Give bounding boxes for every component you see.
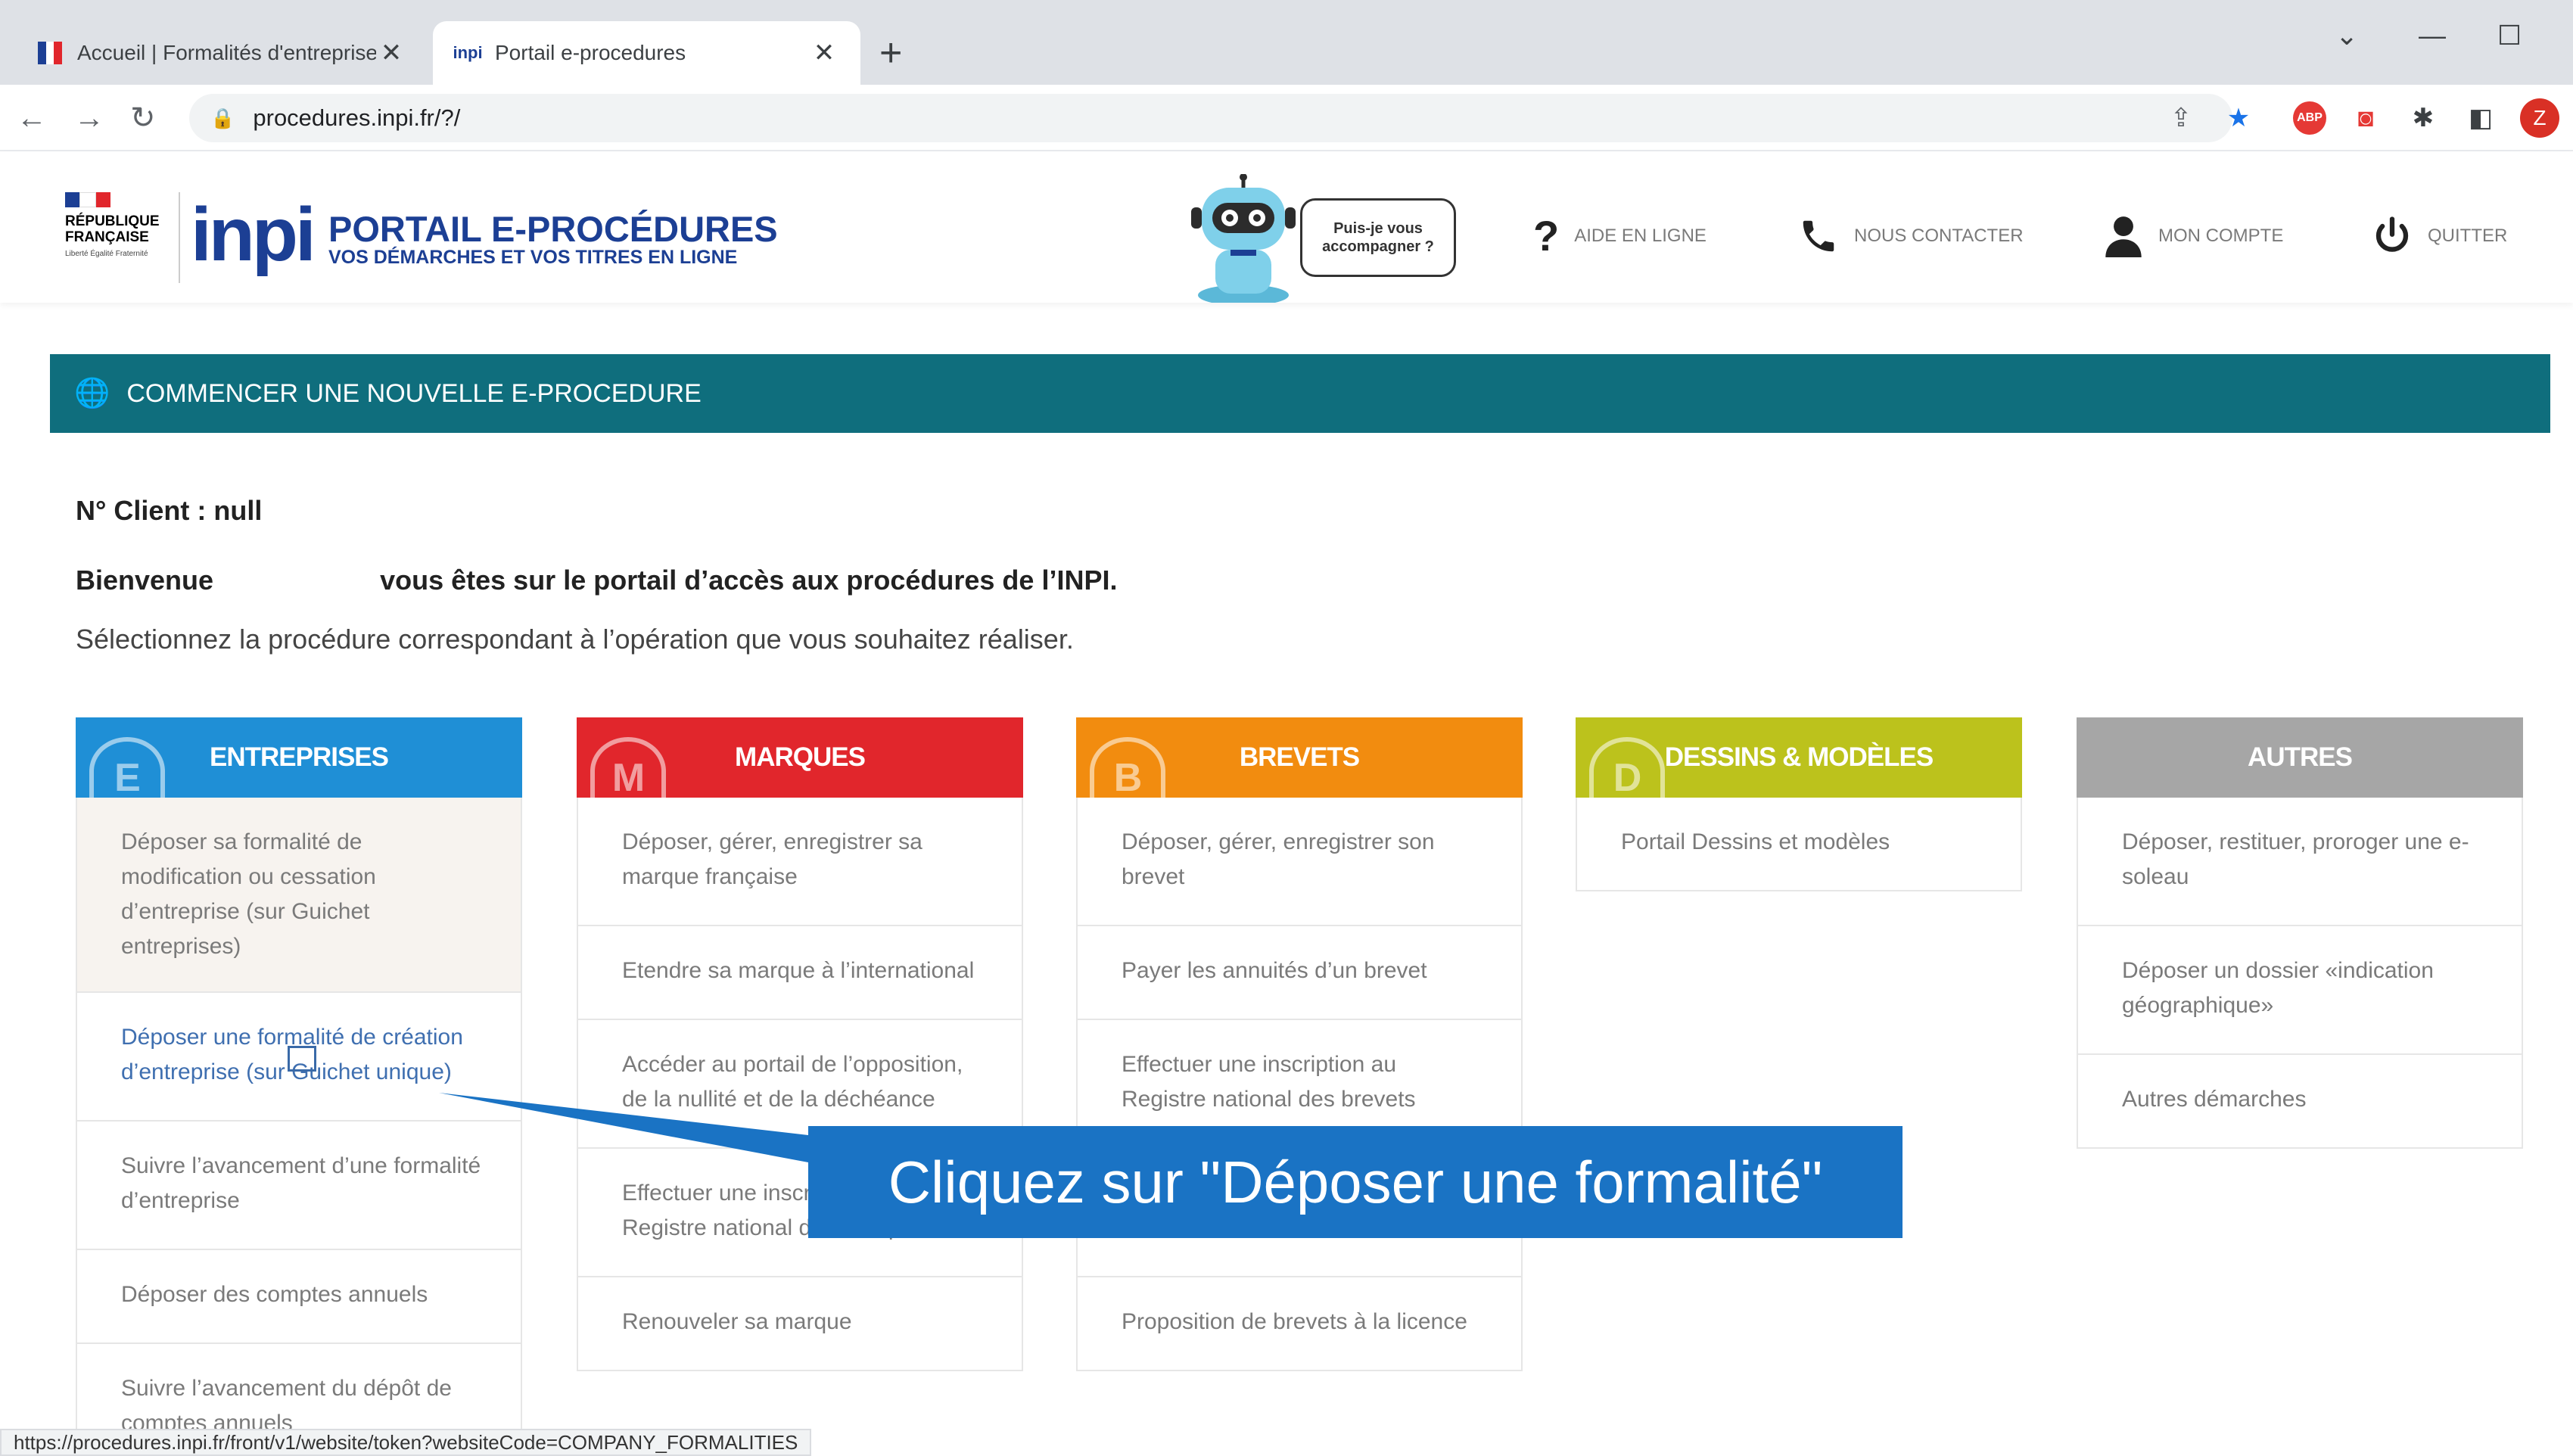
- entreprises-header: E ENTREPRISES: [76, 717, 522, 798]
- entreprises-letter-icon: E: [89, 737, 165, 798]
- welcome-message: Bienvenue vous êtes sur le portail d’acc…: [76, 565, 1117, 596]
- bookmark-star-icon[interactable]: ★: [2222, 101, 2255, 135]
- browser-tab-bar: Accueil | Formalités d'entreprises ✕ inp…: [0, 0, 2573, 85]
- profile-avatar[interactable]: Z: [2520, 98, 2559, 138]
- question-mark-icon: ?: [1533, 212, 1560, 260]
- marques-letter-icon: M: [590, 737, 666, 798]
- list-item[interactable]: Payer les annuités d’un brevet: [1076, 926, 1523, 1020]
- dessins-title: DESSINS & MODÈLES: [1664, 742, 1934, 772]
- column-autres: AUTRES Déposer, restituer, proroger une …: [2077, 717, 2523, 1149]
- list-item[interactable]: Déposer, gérer, enregistrer son brevet: [1076, 798, 1523, 926]
- quit-link[interactable]: QUITTER: [2372, 213, 2507, 259]
- french-flag-icon: [65, 192, 110, 207]
- republique-francaise-logo[interactable]: RÉPUBLIQUE FRANÇAISE Liberté Égalité Fra…: [65, 192, 171, 259]
- globe-icon: 🌐: [74, 378, 110, 409]
- status-bar-url: https://procedures.inpi.fr/front/v1/webs…: [0, 1429, 812, 1456]
- dessins-header: D DESSINS & MODÈLES: [1576, 717, 2022, 798]
- my-account-label: MON COMPTE: [2158, 226, 2284, 246]
- tab-title: Portail e-procedures: [495, 41, 686, 64]
- welcome-prefix: Bienvenue: [76, 565, 214, 596]
- power-icon: [2372, 216, 2413, 257]
- list-item[interactable]: Déposer des comptes annuels: [76, 1250, 522, 1344]
- close-tab-icon[interactable]: ✕: [809, 38, 839, 68]
- user-icon: [2104, 215, 2143, 257]
- quit-label: QUITTER: [2428, 226, 2508, 246]
- tutorial-callout: Cliquez sur "Déposer une formalité": [808, 1126, 1903, 1238]
- lock-icon: 🔒: [210, 106, 235, 129]
- marques-header: M MARQUES: [577, 717, 1023, 798]
- portal-title: PORTAIL E-PROCÉDURES: [328, 209, 778, 249]
- list-item[interactable]: Déposer, gérer, enregistrer sa marque fr…: [577, 798, 1023, 926]
- welcome-suffix: vous êtes sur le portail d’accès aux pro…: [380, 565, 1118, 596]
- autres-title: AUTRES: [2248, 742, 2353, 772]
- brevets-letter-icon: B: [1090, 737, 1165, 798]
- adblock-extension-icon[interactable]: ABP: [2293, 101, 2326, 135]
- assistant-robot-icon[interactable]: [1187, 174, 1300, 303]
- assistant-speech-bubble[interactable]: Puis-je vous accompagner ?: [1300, 198, 1456, 277]
- contact-us-link[interactable]: NOUS CONTACTER: [1798, 213, 2024, 259]
- inpi-favicon-icon: inpi: [453, 43, 483, 62]
- reload-icon[interactable]: ↻: [130, 98, 156, 138]
- list-item[interactable]: Suivre l’avancement d’une formalité d’en…: [76, 1122, 522, 1250]
- extensions-puzzle-icon[interactable]: ✱: [2407, 101, 2440, 135]
- select-procedure-instruction: Sélectionnez la procédure correspondant …: [76, 624, 1074, 655]
- portal-subtitle: VOS DÉMARCHES ET VOS TITRES EN LIGNE: [328, 247, 738, 268]
- logo-separator: [179, 192, 180, 283]
- tab-portail-e-procedures[interactable]: inpi Portail e-procedures ✕: [433, 21, 860, 85]
- browser-toolbar: ← → ↻ 🔒 procedures.inpi.fr/?/ ⇪ ★ ABP ◙ …: [0, 85, 2573, 151]
- tab-accueil-formalites[interactable]: Accueil | Formalités d'entreprises ✕: [15, 21, 428, 85]
- phone-icon: [1798, 216, 1839, 257]
- maximize-icon[interactable]: ☐: [2497, 20, 2522, 51]
- list-item[interactable]: Etendre sa marque à l’international: [577, 926, 1023, 1020]
- new-tab-plus-icon[interactable]: +: [879, 33, 902, 73]
- contact-us-label: NOUS CONTACTER: [1854, 226, 2024, 246]
- tab-title: Accueil | Formalités d'entreprises: [77, 41, 376, 64]
- address-bar[interactable]: 🔒 procedures.inpi.fr/?/: [189, 94, 2232, 142]
- my-account-link[interactable]: MON COMPTE: [2104, 213, 2283, 259]
- list-item[interactable]: Portail Dessins et modèles: [1576, 798, 2022, 891]
- rf-logo-text: RÉPUBLIQUE FRANÇAISE: [65, 213, 160, 245]
- brevets-title: BREVETS: [1239, 742, 1360, 772]
- autres-header: AUTRES: [2077, 717, 2523, 798]
- french-flag-favicon-icon: [36, 42, 64, 64]
- list-item[interactable]: Renouveler sa marque: [577, 1277, 1023, 1371]
- banner-title: COMMENCER UNE NOUVELLE E-PROCEDURE: [126, 378, 702, 408]
- inpi-logo[interactable]: inpi: [191, 197, 316, 272]
- list-item[interactable]: Autres démarches: [2077, 1055, 2523, 1149]
- back-arrow-icon[interactable]: ←: [17, 98, 47, 138]
- list-item[interactable]: Proposition de brevets à la licence: [1076, 1277, 1523, 1371]
- share-icon[interactable]: ⇪: [2164, 101, 2198, 135]
- rf-motto: Liberté Égalité Fraternité: [65, 250, 148, 258]
- column-entreprises: E ENTREPRISES Déposer sa formalité de mo…: [76, 717, 522, 1450]
- help-online-label: AIDE EN LIGNE: [1574, 226, 1707, 246]
- dessins-letter-icon: D: [1589, 737, 1665, 798]
- help-online-link[interactable]: ? AIDE EN LIGNE: [1533, 213, 1707, 259]
- entreprises-title: ENTREPRISES: [210, 742, 389, 772]
- side-panel-icon[interactable]: ◧: [2464, 101, 2497, 135]
- marques-title: MARQUES: [735, 742, 866, 772]
- close-tab-icon[interactable]: ✕: [376, 38, 406, 68]
- url-text: procedures.inpi.fr/?/: [253, 104, 461, 131]
- minimize-icon[interactable]: —: [2419, 20, 2446, 51]
- column-marques: M MARQUES Déposer, gérer, enregistrer sa…: [577, 717, 1023, 1371]
- column-brevets: B BREVETS Déposer, gérer, enregistrer so…: [1076, 717, 1523, 1371]
- forward-arrow-icon[interactable]: →: [74, 98, 104, 138]
- list-item[interactable]: Déposer sa formalité de modification ou …: [76, 798, 522, 993]
- brevets-header: B BREVETS: [1076, 717, 1523, 798]
- cursor-indicator: [288, 1046, 316, 1072]
- tab-search-chevron-icon[interactable]: ⌄: [2335, 20, 2358, 51]
- extension-red-icon[interactable]: ◙: [2349, 101, 2382, 135]
- list-item[interactable]: Déposer un dossier «indication géographi…: [2077, 926, 2523, 1055]
- list-item[interactable]: Déposer, restituer, proroger une e-solea…: [2077, 798, 2523, 926]
- client-number: N° Client : null: [76, 495, 263, 526]
- column-dessins-modeles: D DESSINS & MODÈLES Portail Dessins et m…: [1576, 717, 2022, 891]
- new-e-procedure-banner: 🌐 COMMENCER UNE NOUVELLE E-PROCEDURE: [50, 354, 2550, 433]
